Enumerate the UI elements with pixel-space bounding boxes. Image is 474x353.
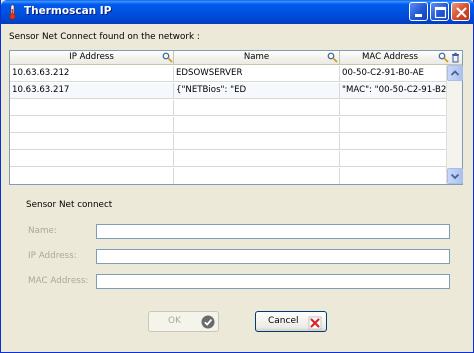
ip-address-field[interactable] <box>96 249 450 264</box>
cancel-x-icon <box>308 316 322 330</box>
table-row[interactable]: 10.63.63.217 {"NETBios": "ED "MAC": "00-… <box>10 83 446 99</box>
check-icon <box>201 315 215 329</box>
cell-ip: 10.63.63.212 <box>10 66 174 82</box>
name-field[interactable] <box>96 224 450 239</box>
table-row[interactable]: 10.63.63.212 EDSOWSERVER 00-50-C2-91-B0-… <box>10 66 446 82</box>
search-key-icon[interactable] <box>438 52 449 63</box>
table-row-empty[interactable] <box>10 134 446 150</box>
delete-icon[interactable] <box>450 52 461 63</box>
cell-name: EDSOWSERVER <box>174 66 340 82</box>
thermometer-icon <box>9 4 16 20</box>
minimize-icon <box>415 14 422 17</box>
found-devices-label: Sensor Net Connect found on the network … <box>9 32 200 42</box>
column-header-name-label: Name <box>243 52 270 62</box>
cell-name: {"NETBios": "ED <box>174 83 340 99</box>
name-label: Name: <box>28 226 57 236</box>
window-title: Thermoscan IP <box>24 5 112 17</box>
table-row-empty[interactable] <box>10 151 446 167</box>
column-header-ip-label: IP Address <box>69 52 114 62</box>
ok-button-label: OK <box>168 316 181 326</box>
arrow-up-icon <box>450 70 460 76</box>
arrow-down-icon <box>450 173 460 180</box>
mac-address-label: MAC Address: <box>28 276 89 286</box>
column-header-name[interactable]: Name <box>174 51 340 65</box>
ip-address-label: IP Address: <box>28 251 77 261</box>
thermoscan-ip-window: Thermoscan IP Sensor Net Connect found o… <box>0 0 474 353</box>
table-row-empty[interactable] <box>10 117 446 133</box>
search-key-icon[interactable] <box>327 52 338 63</box>
search-key-icon[interactable] <box>162 52 173 63</box>
column-header-mac-label: MAC Address <box>361 52 419 62</box>
scroll-down-button[interactable] <box>447 168 463 184</box>
title-bar[interactable]: Thermoscan IP <box>1 0 474 24</box>
minimize-button[interactable] <box>409 2 428 21</box>
scroll-up-button[interactable] <box>447 65 463 81</box>
table-header: IP Address Name MAC Address <box>10 51 462 65</box>
vertical-scrollbar[interactable] <box>446 65 463 184</box>
table-row-empty[interactable] <box>10 100 446 116</box>
cancel-button-label: Cancel <box>268 316 299 326</box>
column-header-ip[interactable]: IP Address <box>10 51 174 65</box>
cell-mac: 00-50-C2-91-B0-AE <box>342 68 424 78</box>
cell-ip: 10.63.63.217 <box>10 83 174 99</box>
close-icon <box>456 7 467 18</box>
ok-button[interactable]: OK <box>148 311 219 332</box>
maximize-button[interactable] <box>430 2 449 21</box>
cancel-button[interactable]: Cancel <box>255 311 327 332</box>
devices-table[interactable]: IP Address Name MAC Address 10.63.63.212… <box>9 50 463 185</box>
column-header-mac[interactable]: MAC Address <box>340 51 462 65</box>
cell-mac: "MAC": "00-50-C2-91-B2-EE <box>342 85 446 95</box>
sensor-net-connect-label: Sensor Net connect <box>26 200 113 210</box>
mac-address-field[interactable] <box>96 274 450 289</box>
table-row-empty[interactable] <box>10 168 446 184</box>
maximize-icon <box>434 6 447 19</box>
close-button[interactable] <box>451 2 470 21</box>
